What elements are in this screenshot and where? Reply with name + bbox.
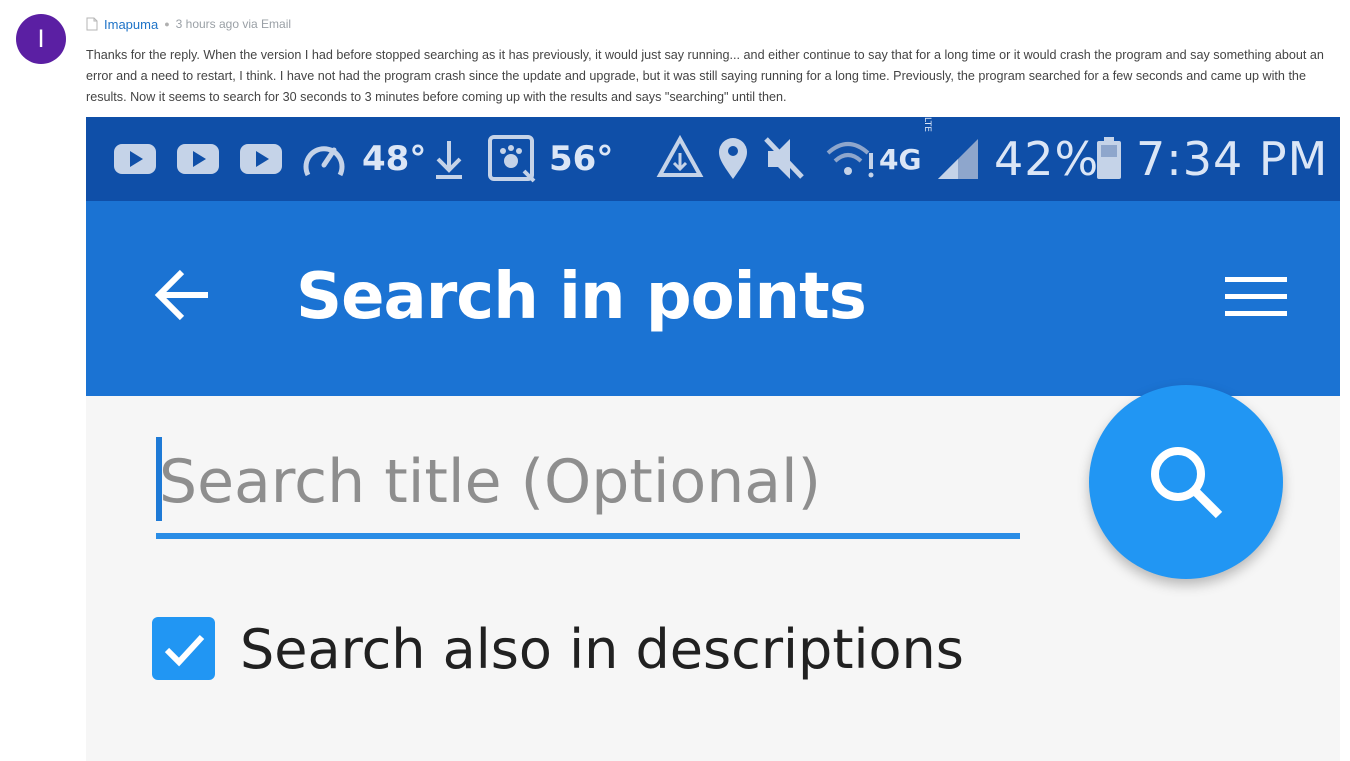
speedometer-icon	[303, 146, 345, 177]
clock: 7:34 PM	[1136, 132, 1329, 186]
search-title-input[interactable]: Search title (Optional)	[156, 437, 1020, 541]
mute-icon	[764, 137, 804, 179]
page-title: Search in points	[296, 260, 867, 334]
avatar-letter: I	[37, 25, 45, 53]
author-link[interactable]: Imapuma	[104, 17, 158, 32]
avatar[interactable]: I	[16, 14, 66, 64]
battery-icon	[1097, 137, 1121, 179]
signal-icon	[938, 139, 978, 179]
weather-temp: 56°	[549, 139, 614, 179]
network-type: 4G	[879, 142, 922, 176]
search-button[interactable]	[1089, 385, 1283, 579]
search-descriptions-checkbox[interactable]	[152, 617, 215, 680]
youtube-icon	[177, 144, 219, 174]
download-icon	[436, 141, 462, 179]
document-icon	[86, 17, 98, 31]
recycle-icon	[656, 134, 704, 177]
input-underline	[156, 533, 1020, 539]
battery-percent: 42%	[994, 132, 1100, 186]
hamburger-menu-icon[interactable]	[1223, 273, 1289, 321]
comment-meta: Imapuma ● 3 hours ago via Email	[86, 15, 291, 33]
comment-body: Thanks for the reply. When the version I…	[86, 48, 1324, 104]
checkmark-icon	[164, 634, 204, 666]
separator-dot: ●	[164, 19, 170, 29]
youtube-icon	[114, 144, 156, 174]
wifi-icon	[826, 142, 874, 178]
search-placeholder: Search title (Optional)	[159, 447, 822, 517]
youtube-icon	[240, 144, 282, 174]
phone-screenshot: 48° 56° 4G LTE 42% 7:34 PM Search in poi…	[86, 117, 1340, 761]
search-icon	[1151, 447, 1223, 519]
search-descriptions-label[interactable]: Search also in descriptions	[240, 615, 964, 685]
back-arrow-icon[interactable]	[152, 265, 212, 325]
status-bar: 48° 56° 4G LTE 42% 7:34 PM	[86, 117, 1340, 201]
network-subtype: LTE	[922, 117, 932, 132]
comment-time: 3 hours ago via Email	[175, 17, 292, 31]
location-pin-icon	[719, 138, 747, 179]
speed-temp: 48°	[362, 139, 427, 179]
paw-app-icon	[488, 135, 536, 183]
